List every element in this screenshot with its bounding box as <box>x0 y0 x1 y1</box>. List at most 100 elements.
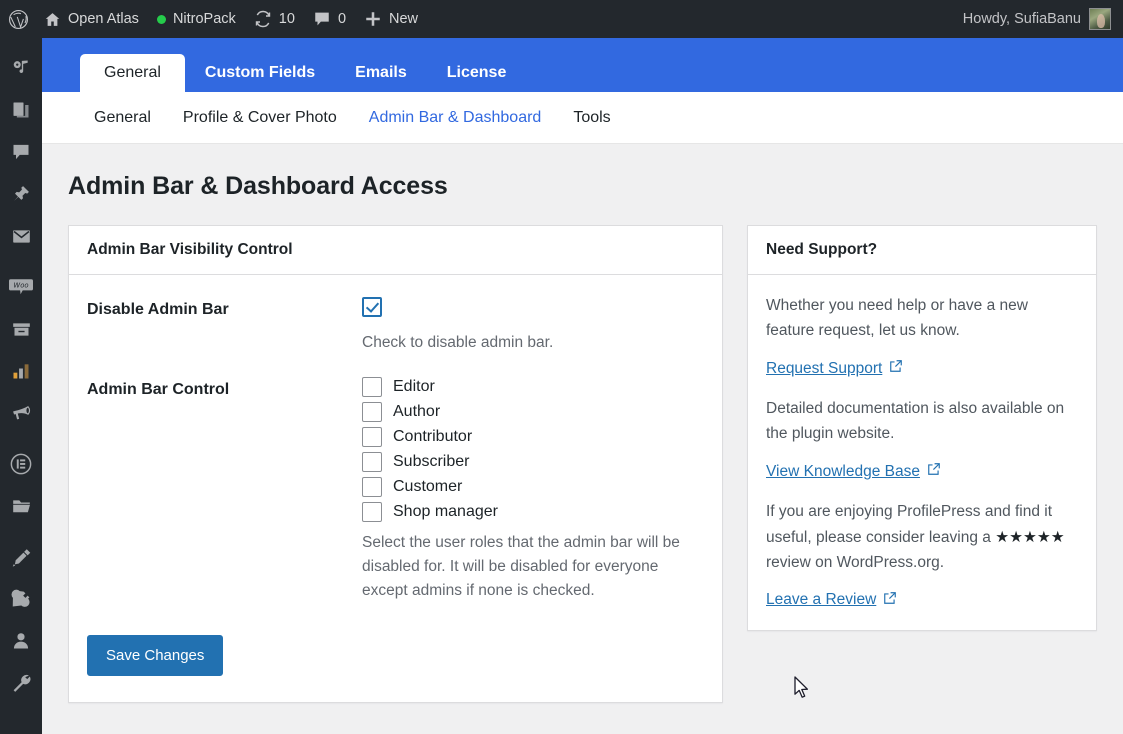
sidebar-item-users[interactable] <box>0 620 42 662</box>
tools-wrench-icon <box>11 673 32 694</box>
sidebar-item-tools[interactable] <box>0 662 42 704</box>
disable-admin-bar-checkbox[interactable] <box>362 297 382 317</box>
role-row-editor[interactable]: Editor <box>362 377 704 398</box>
sidebar-item-appearance[interactable] <box>0 536 42 578</box>
tab-custom-fields[interactable]: Custom Fields <box>185 54 335 92</box>
disable-admin-bar-control: Check to disable admin bar. <box>362 297 704 355</box>
plus-icon <box>364 10 382 28</box>
admin-bar-control-label: Admin Bar Control <box>87 381 230 399</box>
sidebar-item-pages[interactable] <box>0 89 42 131</box>
tab-emails[interactable]: Emails <box>335 54 427 92</box>
updates-icon <box>254 10 272 28</box>
sidebar-item-pin[interactable] <box>0 173 42 215</box>
tab-general[interactable]: General <box>80 54 185 92</box>
role-label-author: Author <box>393 403 441 421</box>
field-disable-admin-bar: Disable Admin Bar Check to disable admin… <box>87 297 704 377</box>
role-row-shop-manager[interactable]: Shop manager <box>362 502 704 523</box>
sidebar-item-templates[interactable] <box>0 485 42 527</box>
support-panel-body: Whether you need help or have a new feat… <box>748 275 1096 630</box>
panel-body: Disable Admin Bar Check to disable admin… <box>69 275 722 625</box>
sidebar-item-marketing[interactable] <box>0 392 42 434</box>
role-label-editor: Editor <box>393 378 435 396</box>
home-icon <box>44 11 61 28</box>
disable-admin-bar-help: Check to disable admin bar. <box>362 334 554 351</box>
columns: Admin Bar Visibility Control Disable Adm… <box>42 225 1123 704</box>
sidebar-item-plugins[interactable] <box>0 578 42 620</box>
review-text-after: review on WordPress.org. <box>766 553 945 571</box>
wordpress-logo-icon <box>8 9 29 30</box>
content-area: General Custom Fields Emails License Gen… <box>42 38 1123 734</box>
subnav-admin-bar-dashboard[interactable]: Admin Bar & Dashboard <box>353 109 558 127</box>
tab-license[interactable]: License <box>427 54 527 92</box>
external-link-icon <box>927 462 941 481</box>
view-knowledge-base-link[interactable]: View Knowledge Base <box>766 462 941 481</box>
save-button-wrap: Save Changes <box>69 625 722 702</box>
need-support-panel: Need Support? Whether you need help or h… <box>747 225 1097 631</box>
disable-admin-bar-label: Disable Admin Bar <box>87 301 229 318</box>
avatar <box>1089 8 1111 30</box>
account-menu[interactable]: Howdy, SufiaBanu <box>963 8 1123 30</box>
subnav-tools[interactable]: Tools <box>557 109 626 127</box>
admin-bar-control-control: Editor Author Contributor Subscriber Cus… <box>362 377 704 603</box>
new-content-menu[interactable]: New <box>355 0 427 38</box>
media-music-icon <box>11 58 31 78</box>
menu-spacer <box>0 38 42 47</box>
save-button[interactable]: Save Changes <box>87 635 224 677</box>
users-icon <box>11 631 31 651</box>
site-name-label: Open Atlas <box>68 11 139 27</box>
role-checkbox-editor[interactable] <box>362 377 382 398</box>
support-paragraph-2: Detailed documentation is also available… <box>766 400 1065 443</box>
role-checkbox-customer[interactable] <box>362 477 382 498</box>
role-row-subscriber[interactable]: Subscriber <box>362 452 704 473</box>
star-rating-icon: ★★★★★ <box>995 528 1065 546</box>
role-checkbox-shop-manager[interactable] <box>362 502 382 523</box>
role-row-author[interactable]: Author <box>362 402 704 423</box>
external-link-icon <box>889 359 903 378</box>
role-label-subscriber: Subscriber <box>393 453 470 471</box>
mail-icon <box>11 226 32 247</box>
wordpress-logo-button[interactable] <box>0 0 35 38</box>
primary-tab-bar: General Custom Fields Emails License <box>42 38 1123 92</box>
admin-sidebar-menu: Woo <box>0 38 42 734</box>
sidebar-item-comments[interactable] <box>0 131 42 173</box>
sidebar-item-media[interactable] <box>0 47 42 89</box>
role-checkbox-author[interactable] <box>362 402 382 423</box>
comment-icon <box>313 10 331 28</box>
sidebar-item-mail[interactable] <box>0 215 42 257</box>
role-checkbox-contributor[interactable] <box>362 427 382 448</box>
sidebar-item-analytics[interactable] <box>0 350 42 392</box>
role-row-contributor[interactable]: Contributor <box>362 427 704 448</box>
comments-menu[interactable]: 0 <box>304 0 355 38</box>
request-support-link[interactable]: Request Support <box>766 359 903 378</box>
pin-icon <box>11 184 31 204</box>
sidebar-item-elementor[interactable] <box>0 443 42 485</box>
menu-spacer-2 <box>0 257 42 266</box>
site-name-menu[interactable]: Open Atlas <box>35 0 148 38</box>
leave-a-review-label: Leave a Review <box>766 591 877 609</box>
sidebar-item-woocommerce[interactable]: Woo <box>0 266 42 308</box>
svg-text:Woo: Woo <box>13 282 28 290</box>
plugins-plug-icon <box>11 589 32 610</box>
appearance-brush-icon <box>11 547 32 568</box>
request-support-label: Request Support <box>766 359 883 377</box>
sidebar-item-products[interactable] <box>0 308 42 350</box>
updates-menu[interactable]: 10 <box>245 0 304 38</box>
leave-a-review-link[interactable]: Leave a Review <box>766 591 897 610</box>
menu-spacer-3 <box>0 434 42 443</box>
admin-bar-control-help: Select the user roles that the admin bar… <box>362 534 680 600</box>
subnav-profile-cover-photo[interactable]: Profile & Cover Photo <box>167 109 353 127</box>
folder-icon <box>11 496 32 517</box>
role-row-customer[interactable]: Customer <box>362 477 704 498</box>
subnav-general[interactable]: General <box>78 109 167 127</box>
panel-header: Admin Bar Visibility Control <box>69 226 722 275</box>
page-body: Admin Bar & Dashboard Access Admin Bar V… <box>42 144 1123 704</box>
new-label: New <box>389 11 419 27</box>
role-checkbox-subscriber[interactable] <box>362 452 382 473</box>
updates-count: 10 <box>278 11 295 27</box>
products-box-icon <box>11 319 32 340</box>
role-label-shop-manager: Shop manager <box>393 503 498 521</box>
elementor-icon <box>10 453 32 475</box>
nitropack-menu[interactable]: NitroPack <box>148 0 245 38</box>
mouse-cursor <box>794 676 811 705</box>
menu-spacer-4 <box>0 527 42 536</box>
